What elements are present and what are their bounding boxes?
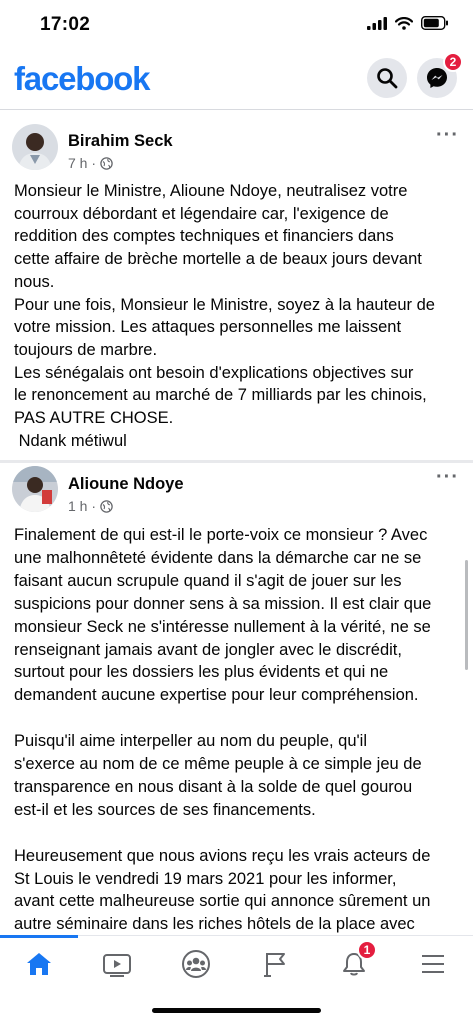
globe-icon xyxy=(100,499,113,513)
groups-icon xyxy=(182,950,210,978)
active-tab-indicator xyxy=(0,935,78,938)
post-line: toujours de marbre. xyxy=(14,340,158,359)
status-bar: 17:02 xyxy=(0,0,473,52)
post-text: Monsieur le Ministre, Alioune Ndoye, neu… xyxy=(14,180,464,452)
comment-header: Alioune Ndoye 1 h · ··· xyxy=(0,464,473,524)
notifications-badge: 1 xyxy=(357,940,377,960)
menu-icon xyxy=(422,955,444,973)
post-line: reddition des comptes techniques et fina… xyxy=(14,227,394,246)
comment-line: demandent aucune expertise pour leur com… xyxy=(14,686,419,705)
comment-line: est-il et les sources de ses financement… xyxy=(14,800,316,819)
paragraph: Finalement de qui est-il le porte-voix c… xyxy=(14,524,466,707)
battery-icon xyxy=(421,16,448,30)
home-icon xyxy=(27,953,51,975)
comment-time[interactable]: 1 h · xyxy=(68,498,96,514)
messenger-button[interactable]: 2 xyxy=(417,52,463,98)
section-divider xyxy=(0,460,473,463)
bottom-nav: 1 xyxy=(0,935,473,991)
messenger-icon xyxy=(427,68,447,88)
post-line: nous. xyxy=(14,272,55,291)
post-header: Birahim Seck 7 h · ··· xyxy=(0,120,473,180)
tab-pages[interactable] xyxy=(236,936,314,992)
post-line: Pour une fois, Monsieur le Ministre, soy… xyxy=(14,295,435,314)
comment-line: monsieur Seck ne s'intéresse nullement à… xyxy=(14,617,431,636)
tab-menu[interactable] xyxy=(394,936,472,992)
post-line: le renoncement au marché de 7 milliards … xyxy=(14,386,427,405)
paragraph: Heureusement que nous avions reçu les vr… xyxy=(14,845,466,937)
avatar-image xyxy=(12,124,58,170)
status-icons xyxy=(367,16,449,30)
globe-icon xyxy=(100,156,113,170)
post-line: Les sénégalais ont besoin d'explications… xyxy=(14,363,414,382)
comment-meta: 1 h · xyxy=(68,498,113,514)
messenger-badge: 2 xyxy=(443,52,463,72)
watch-icon xyxy=(103,954,131,977)
post-line: Ndank métiwul xyxy=(14,431,127,450)
comment-line: Heureusement que nous avions reçu les vr… xyxy=(14,846,431,865)
search-icon xyxy=(377,68,398,89)
cellular-signal-icon xyxy=(367,16,387,30)
tab-notifications[interactable]: 1 xyxy=(315,936,393,992)
comment-line: surtout pour les dossiers les plus évide… xyxy=(14,663,389,682)
post-more-button[interactable]: ··· xyxy=(436,124,459,147)
comment-line: faisant aucun scrupule quand il s'agit d… xyxy=(14,571,402,590)
post-time[interactable]: 7 h · xyxy=(68,155,96,171)
post-line: Monsieur le Ministre, Alioune Ndoye, neu… xyxy=(14,182,408,200)
wifi-icon xyxy=(395,16,413,30)
comment-line: Finalement de qui est-il le porte-voix c… xyxy=(14,526,428,544)
post-line: PAS AUTRE CHOSE. xyxy=(14,409,174,428)
comment-line: Puisqu'il aime interpeller au nom du peu… xyxy=(14,732,368,751)
comment-line: s'exerce au nom de ce même peuple à ce s… xyxy=(14,755,422,774)
scrollbar[interactable] xyxy=(465,560,468,670)
facebook-logo[interactable]: facebook xyxy=(14,60,150,98)
post-author[interactable]: Birahim Seck xyxy=(68,132,173,151)
status-time: 17:02 xyxy=(40,14,91,35)
post-line: cette affaire de brèche mortelle a de be… xyxy=(14,250,422,269)
comment-line: suspicions pour donner sens à sa mission… xyxy=(14,594,432,613)
comment-line: renseignant jamais avant de jongler avec… xyxy=(14,640,402,659)
comment-author[interactable]: Alioune Ndoye xyxy=(68,475,184,494)
search-button[interactable] xyxy=(367,58,407,98)
comment-line: St Louis le vendredi 19 mars 2021 pour l… xyxy=(14,869,397,888)
post-meta: 7 h · xyxy=(68,155,113,171)
comment-line: transparence en nous disant à la solde d… xyxy=(14,777,413,796)
comment-more-button[interactable]: ··· xyxy=(436,466,459,489)
comment-line: avant cette malheureuse sortie qui annon… xyxy=(14,892,431,911)
avatar[interactable] xyxy=(12,124,58,170)
app-header: facebook 2 xyxy=(0,52,473,110)
comment-line: une malhonnêteté évidente dans la démarc… xyxy=(14,548,422,567)
post-line: votre mission. Les attaques personnelles… xyxy=(14,318,402,337)
tab-watch[interactable] xyxy=(78,936,156,992)
tab-groups[interactable] xyxy=(157,936,235,992)
avatar[interactable] xyxy=(12,466,58,512)
avatar-image xyxy=(12,466,58,512)
pages-flag-icon xyxy=(264,953,285,977)
comment-text: Finalement de qui est-il le porte-voix c… xyxy=(14,524,466,959)
tab-home[interactable] xyxy=(0,935,78,992)
post-line: courroux débordant et légendaire car, l'… xyxy=(14,204,389,223)
comment-line: autre séminaire dans les riches hôtels d… xyxy=(14,915,415,934)
home-indicator[interactable] xyxy=(152,1008,321,1013)
paragraph: Puisqu'il aime interpeller au nom du peu… xyxy=(14,730,466,822)
